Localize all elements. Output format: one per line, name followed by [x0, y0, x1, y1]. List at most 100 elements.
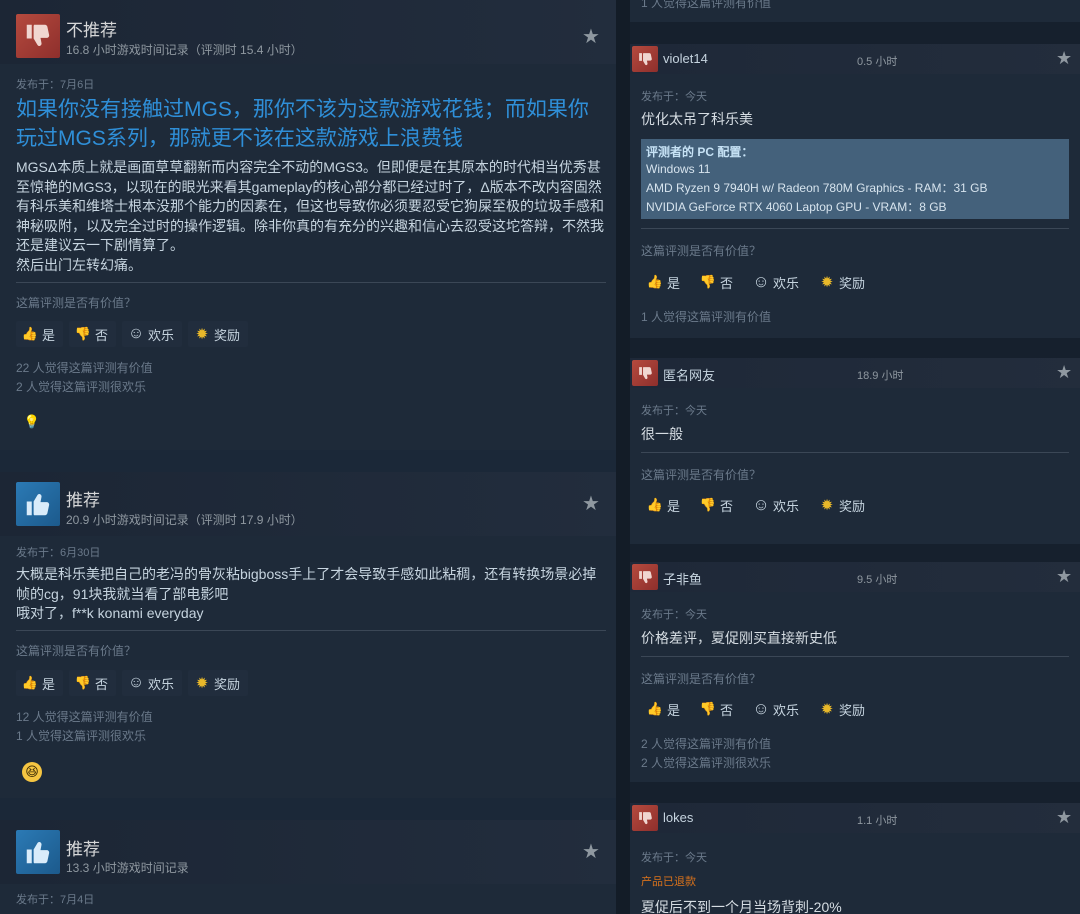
vote-funny-label: 欢乐 — [773, 702, 800, 718]
funny-count: 2 人觉得这篇评测很欢乐 — [16, 380, 147, 394]
star-icon[interactable]: ★ — [1056, 567, 1072, 585]
review-body: 优化太吊了科乐美 — [641, 111, 753, 127]
thumbs-up-icon: 👍 — [646, 701, 664, 716]
vote-yes-button[interactable]: 👍 是 — [16, 670, 64, 696]
smiley-icon: ☺ — [127, 674, 145, 691]
thumbs-up-icon: 👍 — [21, 675, 39, 690]
vote-buttons: 👍 是 👎 否 ☺ 欢乐 ✹ 奖励 — [641, 696, 873, 722]
smiley-icon: ☺ — [752, 272, 770, 291]
award-button[interactable]: ✹ 奖励 — [813, 696, 873, 722]
vote-yes-label: 是 — [667, 275, 681, 291]
posted-date: 发布于：7月4日 — [16, 894, 95, 906]
vote-no-button[interactable]: 👎 否 — [694, 492, 741, 518]
refunded-label: 产品已退款 — [641, 876, 696, 888]
vote-funny-label: 欢乐 — [148, 327, 175, 343]
helpful-count: 12 人觉得这篇评测有价值 — [16, 710, 153, 724]
award-button[interactable]: ✹ 奖励 — [188, 670, 249, 696]
vote-yes-button[interactable]: 👍 是 — [16, 321, 64, 347]
award-label: 奖励 — [839, 498, 866, 514]
vote-yes-label: 是 — [42, 676, 56, 692]
playtime: 20.9 小时游戏时间记录（评测时 17.9 小时） — [66, 513, 303, 527]
vote-buttons: 👍 是 👎 否 ☺ 欢乐 ✹ 奖励 — [641, 269, 873, 295]
review-verdict: 推荐 — [66, 840, 100, 859]
vote-funny-button[interactable]: ☺ 欢乐 — [747, 492, 807, 518]
award-button[interactable]: ✹ 奖励 — [188, 321, 249, 347]
thumbs-down-icon — [632, 564, 658, 590]
vote-buttons: 👍 是 👎 否 ☺ 欢乐 ✹ 奖励 — [16, 670, 249, 696]
thumbs-up-icon: 👍 — [21, 326, 39, 341]
vote-yes-button[interactable]: 👍 是 — [641, 269, 688, 295]
pc-spec-gpu: NVIDIA GeForce RTX 4060 Laptop GPU - VRA… — [646, 200, 947, 214]
vote-yes-label: 是 — [667, 498, 681, 514]
vote-no-button[interactable]: 👎 否 — [69, 670, 117, 696]
posted-date: 发布于：今天 — [641, 91, 707, 103]
review-header: violet14 0.5 小时 ★ — [630, 44, 1080, 74]
divider — [641, 228, 1069, 229]
star-icon[interactable]: ★ — [582, 27, 600, 47]
vote-no-label: 否 — [720, 275, 734, 291]
smiley-icon: ☺ — [127, 325, 145, 342]
playtime: 0.5 小时 — [857, 56, 898, 68]
posted-date: 发布于：7月6日 — [16, 79, 95, 91]
helpful-count: 22 人觉得这篇评测有价值 — [16, 361, 153, 375]
helpful-question: 这篇评测是否有价值？ — [641, 244, 762, 258]
funny-count: 1 人觉得这篇评测很欢乐 — [16, 729, 147, 743]
award-button[interactable]: ✹ 奖励 — [813, 492, 873, 518]
pc-spec-cpu: AMD Ryzen 9 7940H w/ Radeon 780M Graphic… — [646, 181, 988, 195]
thumbs-down-icon: 👎 — [699, 497, 717, 512]
review-card: 不推荐 16.8 小时游戏时间记录（评测时 15.4 小时） ★ 发布于：7月6… — [0, 0, 616, 450]
review-verdict: 推荐 — [66, 491, 100, 510]
thumbs-up-icon — [16, 830, 60, 874]
playtime: 18.9 小时 — [857, 370, 904, 382]
vote-funny-button[interactable]: ☺ 欢乐 — [747, 269, 807, 295]
vote-no-button[interactable]: 👎 否 — [69, 321, 117, 347]
vote-no-button[interactable]: 👎 否 — [694, 696, 741, 722]
thumbs-down-icon — [632, 360, 658, 386]
award-lightbulb-icon[interactable]: 💡 — [22, 412, 42, 432]
star-icon[interactable]: ★ — [1056, 363, 1072, 381]
star-icon[interactable]: ★ — [582, 842, 600, 862]
vote-buttons: 👍 是 👎 否 ☺ 欢乐 ✹ 奖励 — [16, 321, 249, 347]
vote-funny-label: 欢乐 — [773, 275, 800, 291]
reviewer-name[interactable]: 匿名网友 — [663, 365, 715, 384]
smiley-icon: ☺ — [752, 699, 770, 718]
review-header: 匿名网友 18.9 小时 ★ — [630, 358, 1080, 388]
column-gap — [616, 0, 630, 914]
review-body: MGSΔ本质上就是画面草草翻新而内容完全不动的MGS3。但即便是在其原本的时代相… — [16, 159, 604, 273]
vote-yes-button[interactable]: 👍 是 — [641, 696, 688, 722]
posted-date: 发布于：今天 — [641, 405, 707, 417]
thumbs-up-icon: 👍 — [646, 274, 664, 289]
thumbs-up-icon — [16, 482, 60, 526]
vote-funny-button[interactable]: ☺ 欢乐 — [747, 696, 807, 722]
vote-no-button[interactable]: 👎 否 — [694, 269, 741, 295]
star-icon[interactable]: ★ — [582, 494, 600, 514]
vote-funny-button[interactable]: ☺ 欢乐 — [122, 321, 183, 347]
helpful-count: 1 人觉得这篇评测有价值 — [641, 310, 772, 324]
reviewer-name[interactable]: lokes — [663, 810, 693, 825]
vote-funny-label: 欢乐 — [148, 676, 175, 692]
helpful-question: 这篇评测是否有价值？ — [641, 672, 762, 686]
review-body: 价格差评，夏促刚买直接新史低 — [641, 630, 837, 646]
posted-date: 发布于：今天 — [641, 609, 707, 621]
award-laughing-emoji-icon[interactable]: 😆 — [22, 762, 42, 782]
review-header: 子非鱼 9.5 小时 ★ — [630, 562, 1080, 592]
review-card: lokes 1.1 小时 ★ 发布于：今天 产品已退款 夏促后不到一个月当场背刺… — [630, 803, 1080, 914]
vote-yes-label: 是 — [42, 327, 56, 343]
review-body: 很一般 — [641, 426, 683, 442]
vote-buttons: 👍 是 👎 否 ☺ 欢乐 ✹ 奖励 — [641, 492, 873, 518]
playtime: 1.1 小时 — [857, 815, 898, 827]
award-button[interactable]: ✹ 奖励 — [813, 269, 873, 295]
vote-yes-button[interactable]: 👍 是 — [641, 492, 688, 518]
helpful-question: 这篇评测是否有价值？ — [16, 296, 137, 310]
star-icon[interactable]: ★ — [1056, 49, 1072, 67]
reviewer-name[interactable]: 子非鱼 — [663, 569, 702, 588]
review-card: 推荐 20.9 小时游戏时间记录（评测时 17.9 小时） ★ 发布于：6月30… — [0, 472, 616, 798]
reviewer-name[interactable]: violet14 — [663, 51, 708, 66]
pc-spec-box: 评测者的 PC 配置： Windows 11 AMD Ryzen 9 7940H… — [641, 139, 1069, 219]
helpful-question: 这篇评测是否有价值？ — [641, 468, 762, 482]
playtime: 16.8 小时游戏时间记录（评测时 15.4 小时） — [66, 43, 303, 57]
vote-funny-button[interactable]: ☺ 欢乐 — [122, 670, 183, 696]
star-icon[interactable]: ★ — [1056, 808, 1072, 826]
divider — [641, 656, 1069, 657]
review-body: 大概是科乐美把自己的老冯的骨灰粘bigboss手上了才会导致手感如此粘稠，还有转… — [16, 566, 597, 621]
